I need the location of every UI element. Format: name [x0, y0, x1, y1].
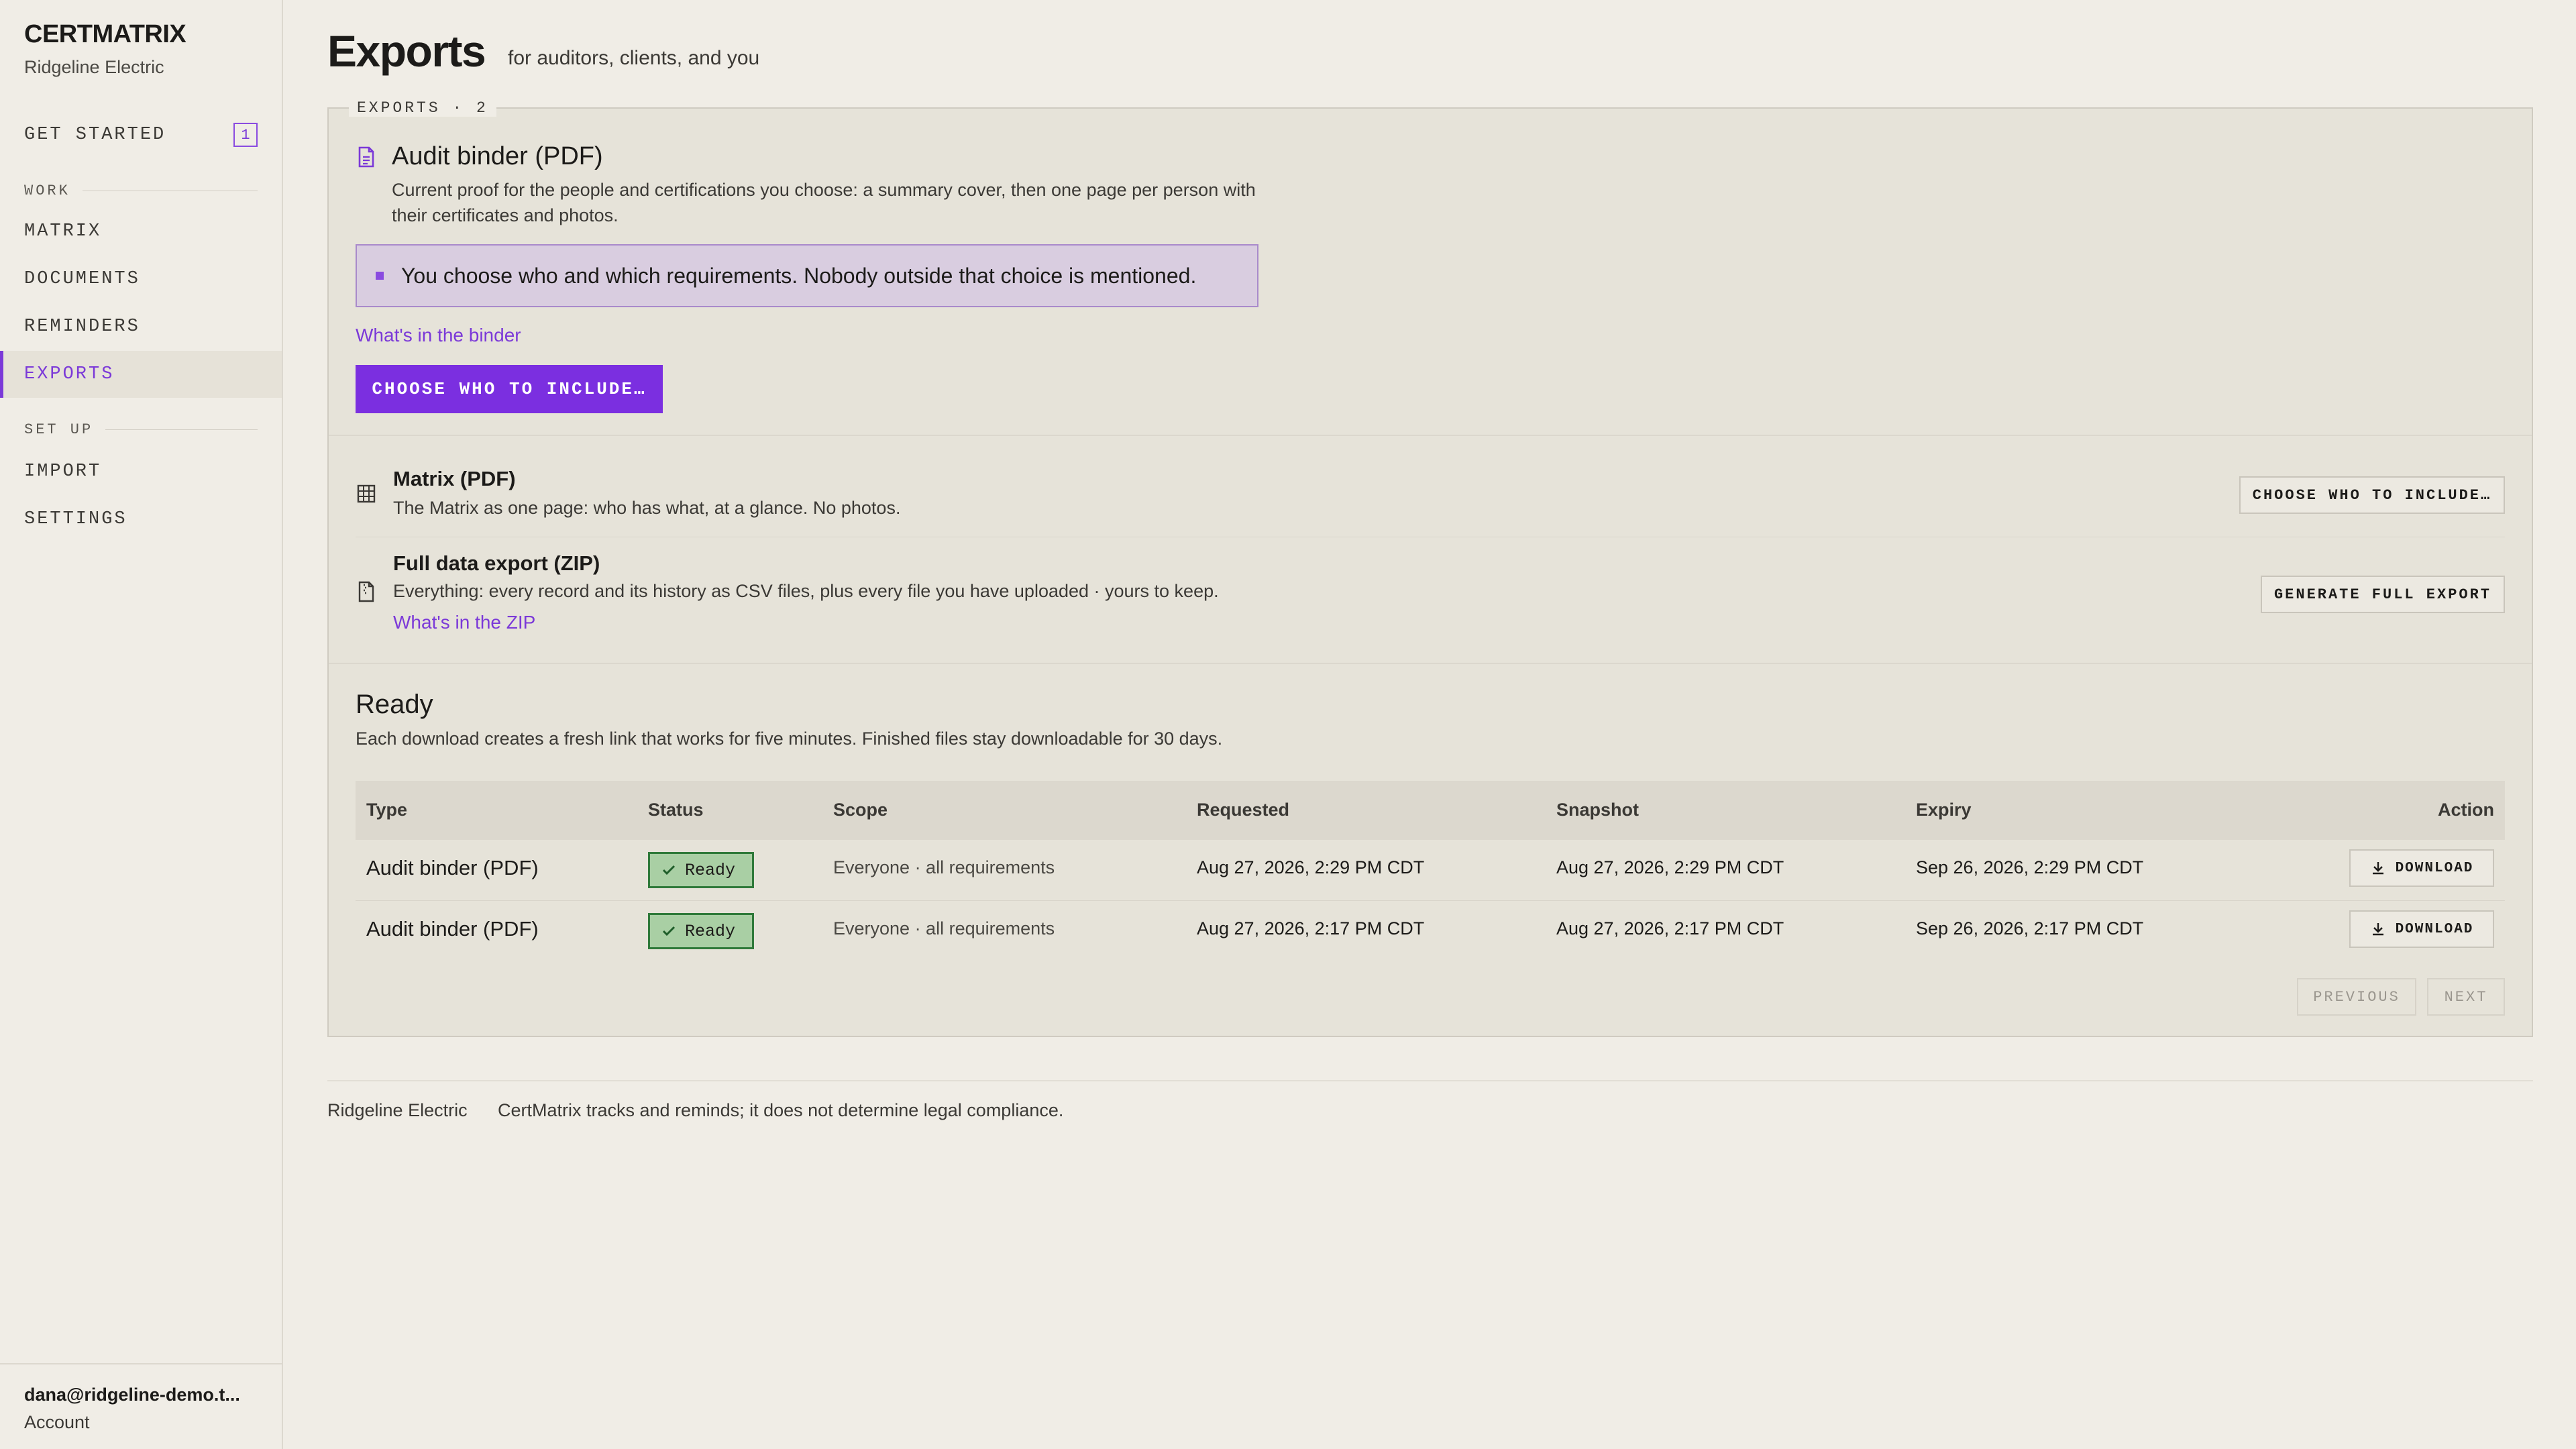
section-divider [105, 429, 258, 430]
download-icon [2372, 923, 2383, 936]
cell-snapshot: Aug 27, 2026, 2:17 PM CDT [1556, 918, 1784, 938]
cell-requested: Aug 27, 2026, 2:29 PM CDT [1197, 857, 1425, 877]
cell-snapshot: Aug 27, 2026, 2:29 PM CDT [1556, 857, 1784, 877]
table-header: Type Status Scope Requested Snapshot Exp… [356, 781, 2505, 840]
exports-panel: EXPORTS · 2 Audit binder (PDF) Current p… [327, 99, 2533, 1037]
section-divider [329, 663, 2532, 664]
column-header-expiry: Expiry [1916, 800, 1972, 820]
sidebar-item-matrix[interactable]: MATRIX [0, 208, 282, 255]
account-link[interactable]: Account [24, 1412, 258, 1433]
download-label: DOWNLOAD [2395, 860, 2474, 876]
zip-file-icon [358, 581, 374, 602]
cell-scope: Everyone · all requirements [833, 918, 1055, 938]
download-label: DOWNLOAD [2395, 921, 2474, 937]
panel-legend: EXPORTS · 2 [349, 99, 496, 117]
sidebar-item-import[interactable]: IMPORT [0, 448, 282, 495]
cell-scope: Everyone · all requirements [833, 857, 1055, 877]
callout-text: You choose who and which requirements. N… [401, 263, 1197, 288]
page-title: Exports [327, 26, 486, 76]
account-email[interactable]: dana@ridgeline-demo.t... [24, 1385, 258, 1405]
full-export-description: Everything: every record and its history… [393, 581, 1219, 601]
cell-expiry: Sep 26, 2026, 2:17 PM CDT [1916, 918, 2144, 938]
sidebar-item-label: REMINDERS [24, 317, 140, 337]
column-header-action: Action [2438, 800, 2494, 820]
nav-section-label: SET UP [24, 421, 94, 438]
table-row: Audit binder (PDF) Ready Everyone · all … [356, 840, 2505, 901]
column-header-requested: Requested [1197, 800, 1290, 820]
matrix-choose-who-button[interactable]: CHOOSE WHO TO INCLUDE… [2239, 476, 2505, 514]
scope-callout: You choose who and which requirements. N… [356, 244, 1258, 307]
next-page-button[interactable]: NEXT [2427, 978, 2505, 1016]
ready-heading: Ready [356, 690, 433, 719]
nav-section-setup: SET UP [24, 421, 258, 438]
download-icon [2372, 862, 2383, 875]
cell-requested: Aug 27, 2026, 2:17 PM CDT [1197, 918, 1425, 938]
sidebar-item-settings[interactable]: SETTINGS [0, 496, 282, 543]
sidebar-item-label: SETTINGS [24, 509, 127, 529]
sidebar-item-label: IMPORT [24, 462, 102, 482]
status-label: Ready [685, 860, 736, 880]
sidebar-item-label: EXPORTS [24, 364, 115, 384]
sidebar-item-documents[interactable]: DOCUMENTS [0, 256, 282, 303]
footer-disclaimer: CertMatrix tracks and reminds; it does n… [498, 1100, 1064, 1120]
audit-binder-description: Current proof for the people and certifi… [392, 180, 1256, 225]
get-started-count-badge: 1 [233, 123, 258, 147]
sidebar-item-label: DOCUMENTS [24, 269, 140, 289]
sidebar-item-reminders[interactable]: REMINDERS [0, 303, 282, 350]
sidebar-item-label: GET STARTED [24, 125, 166, 145]
sidebar-item-label: MATRIX [24, 221, 102, 241]
column-header-type: Type [366, 800, 408, 820]
sidebar-item-get-started[interactable]: GET STARTED 1 [0, 111, 282, 158]
sidebar-item-exports[interactable]: EXPORTS [0, 351, 282, 398]
nav-section-label: WORK [24, 182, 70, 199]
whats-in-binder-link[interactable]: What's in the binder [356, 325, 521, 346]
callout-bullet-icon [376, 272, 384, 280]
grid-icon [357, 484, 376, 503]
audit-binder-title: Audit binder (PDF) [392, 142, 603, 170]
status-badge: Ready [648, 852, 754, 888]
document-icon [358, 146, 374, 168]
check-icon [662, 926, 676, 936]
previous-page-button[interactable]: PREVIOUS [2297, 978, 2416, 1016]
section-divider [329, 435, 2532, 436]
page-subtitle: for auditors, clients, and you [508, 47, 760, 69]
sidebar: CERTMATRIX Ridgeline Electric GET STARTE… [0, 0, 283, 1449]
whats-in-zip-link[interactable]: What's in the ZIP [393, 612, 535, 633]
nav-section-work: WORK [24, 182, 258, 199]
app: CERTMATRIX Ridgeline Electric GET STARTE… [0, 0, 2576, 1449]
download-button[interactable]: DOWNLOAD [2349, 910, 2494, 948]
cell-type: Audit binder (PDF) [366, 917, 539, 941]
brand: CERTMATRIX Ridgeline Electric [24, 20, 186, 78]
account-section: dana@ridgeline-demo.t... Account [0, 1363, 282, 1449]
matrix-pdf-description: The Matrix as one page: who has what, at… [393, 498, 901, 518]
generate-full-export-button[interactable]: GENERATE FULL EXPORT [2261, 576, 2505, 613]
cell-type: Audit binder (PDF) [366, 856, 539, 879]
org-name: Ridgeline Electric [24, 57, 164, 77]
choose-who-to-include-button[interactable]: CHOOSE WHO TO INCLUDE… [356, 365, 663, 413]
status-label: Ready [685, 921, 736, 941]
download-button[interactable]: DOWNLOAD [2349, 849, 2494, 887]
ready-description: Each download creates a fresh link that … [356, 729, 1223, 749]
cell-expiry: Sep 26, 2026, 2:29 PM CDT [1916, 857, 2144, 877]
check-icon [662, 865, 676, 875]
column-header-status: Status [648, 800, 704, 820]
status-badge: Ready [648, 913, 754, 949]
footer-divider [327, 1080, 2533, 1081]
matrix-pdf-title: Matrix (PDF) [393, 467, 516, 490]
exports-table: Type Status Scope Requested Snapshot Exp… [356, 781, 2505, 961]
footer-org: Ridgeline Electric [327, 1100, 468, 1120]
brand-logo[interactable]: CERTMATRIX [24, 20, 186, 49]
column-header-snapshot: Snapshot [1556, 800, 1640, 820]
column-header-scope: Scope [833, 800, 888, 820]
full-export-title: Full data export (ZIP) [393, 551, 600, 575]
table-row: Audit binder (PDF) Ready Everyone · all … [356, 901, 2505, 961]
